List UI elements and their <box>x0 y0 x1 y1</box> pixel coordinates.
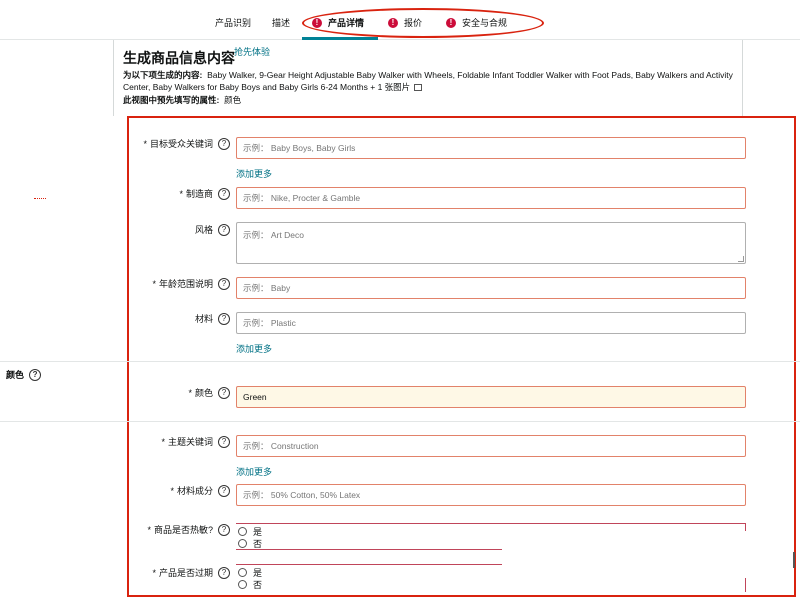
color-input[interactable]: Green <box>236 386 746 408</box>
age-range-input[interactable]: 示例： Baby <box>236 277 746 299</box>
theme-keywords-label: * 主题关键词 ? <box>130 435 230 448</box>
color-section-label: 颜色 ? <box>6 368 42 381</box>
prefilled-attributes: 此视图中预先填写的属性: 颜色 <box>123 95 242 105</box>
add-more-link[interactable]: 添加更多 <box>236 465 272 478</box>
expires-no-radio[interactable]: 否 <box>238 578 262 591</box>
help-icon[interactable]: ? <box>218 484 230 497</box>
target-keywords-label: * 目标受众关键词 ? <box>130 137 230 150</box>
heat-sensitive-radio-group: 是 否 <box>236 523 746 551</box>
resize-handle[interactable] <box>738 256 744 262</box>
radio-circle[interactable] <box>238 568 247 577</box>
manufacturer-input[interactable]: 示例： Nike, Procter & Gamble <box>236 187 746 209</box>
help-icon[interactable]: ? <box>218 386 230 399</box>
help-icon[interactable]: ? <box>218 187 230 200</box>
help-icon[interactable]: ? <box>218 566 230 579</box>
generated-for-text: 为以下项生成的内容: Baby Walker, 9-Gear Height Ad… <box>123 70 733 92</box>
tab-product-identity[interactable]: 产品识别 <box>215 16 251 29</box>
material-input[interactable]: 示例： Plastic <box>236 312 746 334</box>
target-keywords-input[interactable]: 示例： Baby Boys, Baby Girls <box>236 137 746 159</box>
generate-listing-panel: 生成商品信息内容 抢先体验 为以下项生成的内容: Baby Walker, 9-… <box>113 40 743 116</box>
material-label: 材料 ? <box>130 312 230 325</box>
tab-description[interactable]: 描述 <box>272 16 290 29</box>
material-composition-label: * 材料成分 ? <box>130 484 230 497</box>
help-icon[interactable]: ? <box>218 312 230 325</box>
expires-label: * 产品是否过期 ? <box>130 566 230 579</box>
image-icon <box>413 84 422 92</box>
radio-circle[interactable] <box>238 580 247 589</box>
help-icon[interactable]: ? <box>218 137 230 150</box>
help-icon[interactable]: ? <box>218 277 230 290</box>
divider <box>0 421 800 422</box>
radio-circle[interactable] <box>238 539 247 548</box>
manufacturer-label: * 制造商 ? <box>130 187 230 200</box>
age-range-label: * 年龄范围说明 ? <box>130 277 230 290</box>
material-composition-input[interactable]: 示例： 50% Cotton, 50% Latex <box>236 484 746 506</box>
expires-radio-group: 是 否 <box>236 564 746 592</box>
style-label: 风格 ? <box>130 223 230 236</box>
annotation-mark <box>34 198 46 199</box>
annotation-oval <box>302 8 544 38</box>
theme-keywords-input[interactable]: 示例： Construction <box>236 435 746 457</box>
tab-bar: 产品识别 描述 ! 产品详情 ! 报价 ! 安全与合规 <box>0 0 800 40</box>
add-more-link[interactable]: 添加更多 <box>236 342 272 355</box>
help-icon[interactable]: ? <box>218 223 230 236</box>
style-textarea[interactable]: 示例： Art Deco <box>236 222 746 264</box>
color-label: * 颜色 ? <box>130 386 230 399</box>
panel-title: 生成商品信息内容 <box>123 50 235 66</box>
add-more-link[interactable]: 添加更多 <box>236 167 272 180</box>
scrollbar[interactable] <box>793 552 795 568</box>
heat-sensitive-label: * 商品是否热敏? ? <box>130 523 230 536</box>
help-icon[interactable]: ? <box>29 368 42 381</box>
help-icon[interactable]: ? <box>218 435 230 448</box>
help-icon[interactable]: ? <box>218 523 230 536</box>
divider <box>0 361 800 362</box>
radio-circle[interactable] <box>238 527 247 536</box>
try-early-link[interactable]: 抢先体验 <box>234 45 270 58</box>
